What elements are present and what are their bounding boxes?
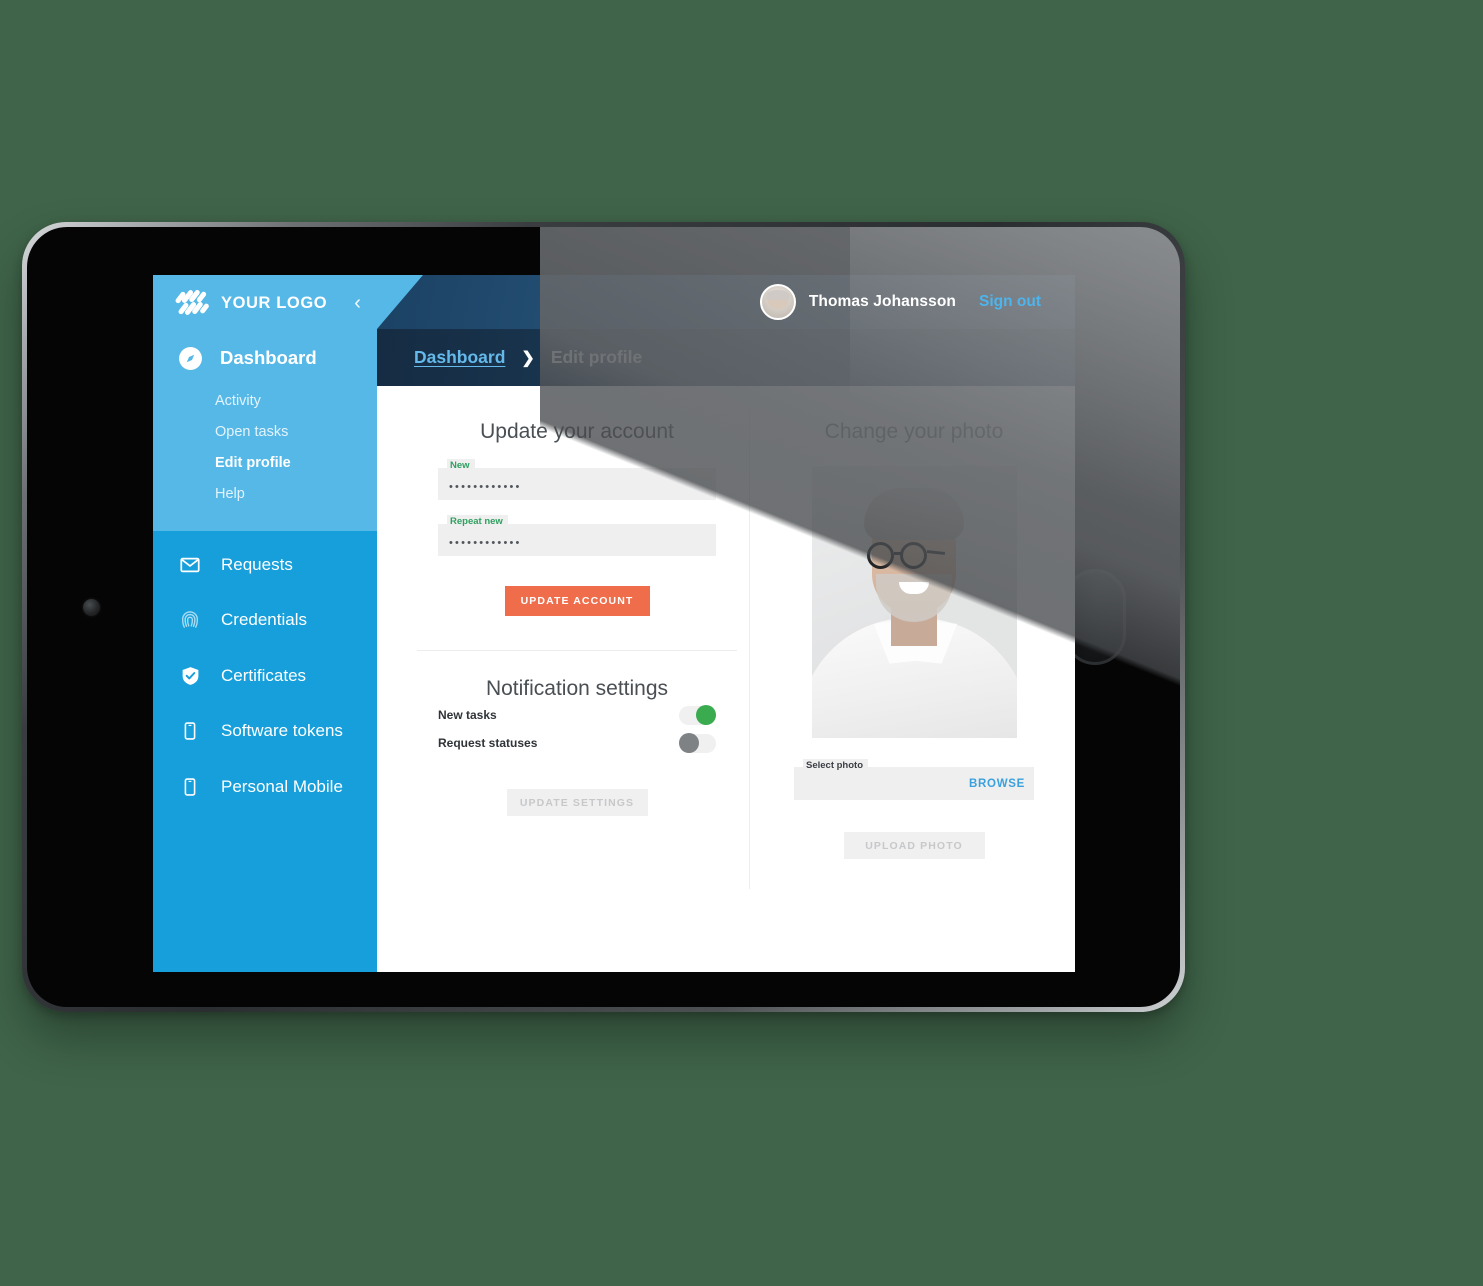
sidebar-item-label: Certificates	[221, 665, 307, 685]
avatar[interactable]	[759, 284, 796, 320]
tablet-bezel: YOUR LOGO ‹ Dashboard Activity Open task…	[27, 227, 1180, 1007]
account-column: Update your account New •••••••••••• Rep…	[405, 386, 749, 816]
mobile-phone-icon	[178, 775, 202, 799]
sidebar-subitem-open-tasks[interactable]: Open tasks	[153, 416, 377, 447]
upload-photo-button[interactable]: UPLOAD PHOTO	[843, 832, 985, 859]
sidebar-nav-group: Requests Credentials Certificates Softwa…	[153, 531, 377, 815]
sidebar-item-label: Credentials	[221, 610, 307, 630]
breadcrumb: Dashboard ❯ Edit profile	[377, 329, 1075, 386]
select-photo-field[interactable]: Select photo BROWSE	[794, 759, 1034, 800]
toggle-row-new-tasks: New tasks	[438, 701, 716, 729]
top-header-bar: Thomas Johansson Sign out	[377, 275, 1075, 329]
sidebar-subitem-help[interactable]: Help	[153, 478, 377, 509]
section-divider	[417, 650, 737, 651]
toggle-knob	[696, 705, 716, 725]
field-value: ••••••••••••	[449, 537, 522, 549]
sidebar-item-certificates[interactable]: Certificates	[153, 648, 377, 704]
compass-icon	[177, 345, 203, 371]
notification-section-title: Notification settings	[485, 677, 669, 700]
new-password-field[interactable]: New ••••••••••••	[438, 459, 716, 500]
envelope-icon	[178, 553, 202, 577]
field-label: Select photo	[803, 759, 869, 772]
profile-photo-preview	[811, 466, 1017, 738]
field-value: ••••••••••••	[449, 481, 522, 493]
sidebar: YOUR LOGO ‹ Dashboard Activity Open task…	[153, 275, 377, 972]
fingerprint-icon	[178, 608, 202, 632]
user-account-area[interactable]: Thomas Johansson Sign out	[759, 284, 1041, 320]
sidebar-item-credentials[interactable]: Credentials	[153, 593, 377, 649]
user-name: Thomas Johansson	[808, 293, 956, 310]
sign-out-link[interactable]: Sign out	[979, 293, 1041, 311]
column-divider	[749, 411, 750, 889]
breadcrumb-link-dashboard[interactable]: Dashboard	[414, 347, 505, 368]
chevron-right-icon: ❯	[521, 349, 535, 367]
toggle-label: Request statuses	[438, 736, 538, 750]
breadcrumb-current-page: Edit profile	[550, 347, 643, 367]
toggle-new-tasks[interactable]	[679, 705, 716, 725]
sidebar-active-group: Dashboard Activity Open tasks Edit profi…	[153, 331, 377, 531]
shield-check-icon	[178, 664, 202, 688]
chevron-left-icon[interactable]: ‹	[354, 293, 361, 313]
sidebar-item-label: Personal Mobile	[221, 776, 343, 796]
header-diagonal-accent	[377, 275, 423, 329]
update-settings-button[interactable]: UPDATE SETTINGS	[506, 789, 648, 816]
sidebar-item-label: Software tokens	[221, 721, 343, 741]
photo-section-title: Change your photo	[824, 420, 1004, 443]
sidebar-subitem-activity[interactable]: Activity	[153, 385, 377, 416]
sidebar-item-requests[interactable]: Requests	[153, 537, 377, 593]
sidebar-brand[interactable]: YOUR LOGO ‹	[153, 275, 377, 331]
stacked-slashes-logo-icon	[174, 288, 211, 317]
toggle-row-request-statuses: Request statuses	[438, 729, 716, 757]
toggle-label: New tasks	[438, 708, 497, 722]
photo-column: Change your photo Select photo BROWSE UP…	[774, 386, 1054, 859]
tablet-device-frame: YOUR LOGO ‹ Dashboard Activity Open task…	[22, 222, 1185, 1012]
brand-name: YOUR LOGO	[221, 293, 328, 312]
repeat-password-field[interactable]: Repeat new ••••••••••••	[438, 515, 716, 556]
mobile-phone-icon	[178, 719, 202, 743]
field-label: New	[447, 459, 475, 472]
sidebar-item-dashboard[interactable]: Dashboard	[153, 331, 377, 385]
update-account-button[interactable]: UPDATE ACCOUNT	[504, 586, 650, 616]
main-content: Update your account New •••••••••••• Rep…	[377, 386, 1075, 972]
toggle-knob	[679, 733, 699, 753]
sidebar-subitem-edit-profile[interactable]: Edit profile	[153, 447, 377, 478]
front-camera-icon	[83, 599, 100, 616]
browse-button[interactable]: BROWSE	[969, 778, 1025, 790]
sidebar-item-software-tokens[interactable]: Software tokens	[153, 704, 377, 760]
sidebar-item-personal-mobile[interactable]: Personal Mobile	[153, 759, 377, 815]
app-screen: YOUR LOGO ‹ Dashboard Activity Open task…	[153, 275, 1075, 972]
sidebar-item-label: Dashboard	[220, 347, 317, 368]
sidebar-item-label: Requests	[221, 554, 293, 574]
account-section-title: Update your account	[480, 420, 674, 443]
toggle-request-statuses[interactable]	[679, 733, 716, 753]
field-label: Repeat new	[447, 515, 508, 528]
